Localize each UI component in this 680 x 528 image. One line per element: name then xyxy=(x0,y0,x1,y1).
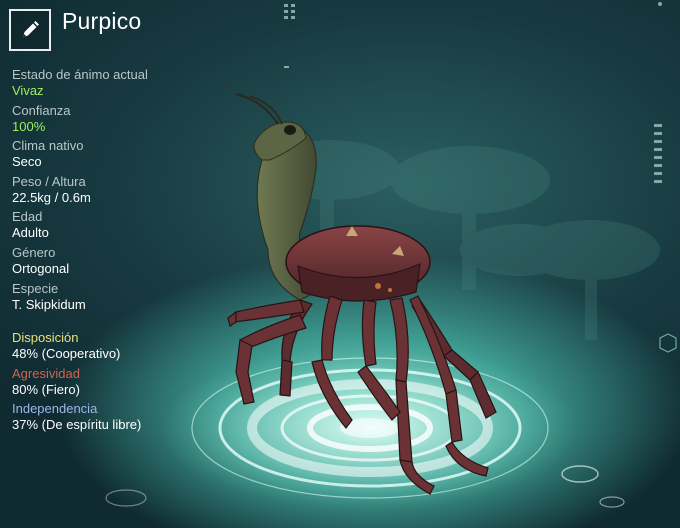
trait-value: 80% (Fiero) xyxy=(12,381,80,397)
hud-hexagon xyxy=(659,333,677,353)
stat-value: 100% xyxy=(12,118,46,134)
stat-value: T. Skipkidum xyxy=(12,296,86,312)
stat-label: Género xyxy=(12,244,56,260)
stat-value: Adulto xyxy=(12,225,49,241)
stat-label: Clima nativo xyxy=(12,138,84,154)
stat-weight-height: Peso / Altura 22.5kg / 0.6m xyxy=(12,174,212,210)
stat-label: Especie xyxy=(12,280,59,296)
stat-value: Seco xyxy=(12,154,42,170)
trait-value: 37% (De espíritu libre) xyxy=(12,417,142,432)
stat-climate: Clima nativo Seco xyxy=(12,138,212,174)
stat-gender: Género Ortogonal xyxy=(12,245,212,281)
stat-value: 22.5kg / 0.6m xyxy=(12,189,91,205)
stats-list: Estado de ánimo actual Vivaz Confianza 1… xyxy=(12,67,212,316)
creature-name: Purpico xyxy=(62,8,142,34)
trait-label: Independencia xyxy=(12,401,98,416)
rename-button[interactable] xyxy=(9,9,51,51)
stat-label: Peso / Altura xyxy=(12,173,86,189)
pencil-icon xyxy=(23,21,39,37)
trait-independence: Independencia 37% (De espíritu libre) xyxy=(12,401,232,437)
stat-label: Edad xyxy=(12,209,43,225)
stat-species: Especie T. Skipkidum xyxy=(12,281,212,317)
traits-list: Disposición 48% (Cooperativo) Agresivida… xyxy=(12,330,232,437)
stat-age: Edad Adulto xyxy=(12,209,212,245)
stat-label: Confianza xyxy=(12,102,71,118)
trait-value: 48% (Cooperativo) xyxy=(12,346,121,361)
trait-label: Disposición xyxy=(12,330,79,345)
stat-label: Estado de ánimo actual xyxy=(12,67,148,82)
trait-label: Agresividad xyxy=(12,365,80,381)
stat-value: Vivaz xyxy=(12,83,44,98)
trait-aggression: Agresividad 80% (Fiero) xyxy=(12,366,232,402)
stat-value: Ortogonal xyxy=(12,260,70,276)
trait-disposition: Disposición 48% (Cooperativo) xyxy=(12,330,232,366)
stat-mood: Estado de ánimo actual Vivaz xyxy=(12,67,212,103)
stat-trust: Confianza 100% xyxy=(12,103,212,139)
